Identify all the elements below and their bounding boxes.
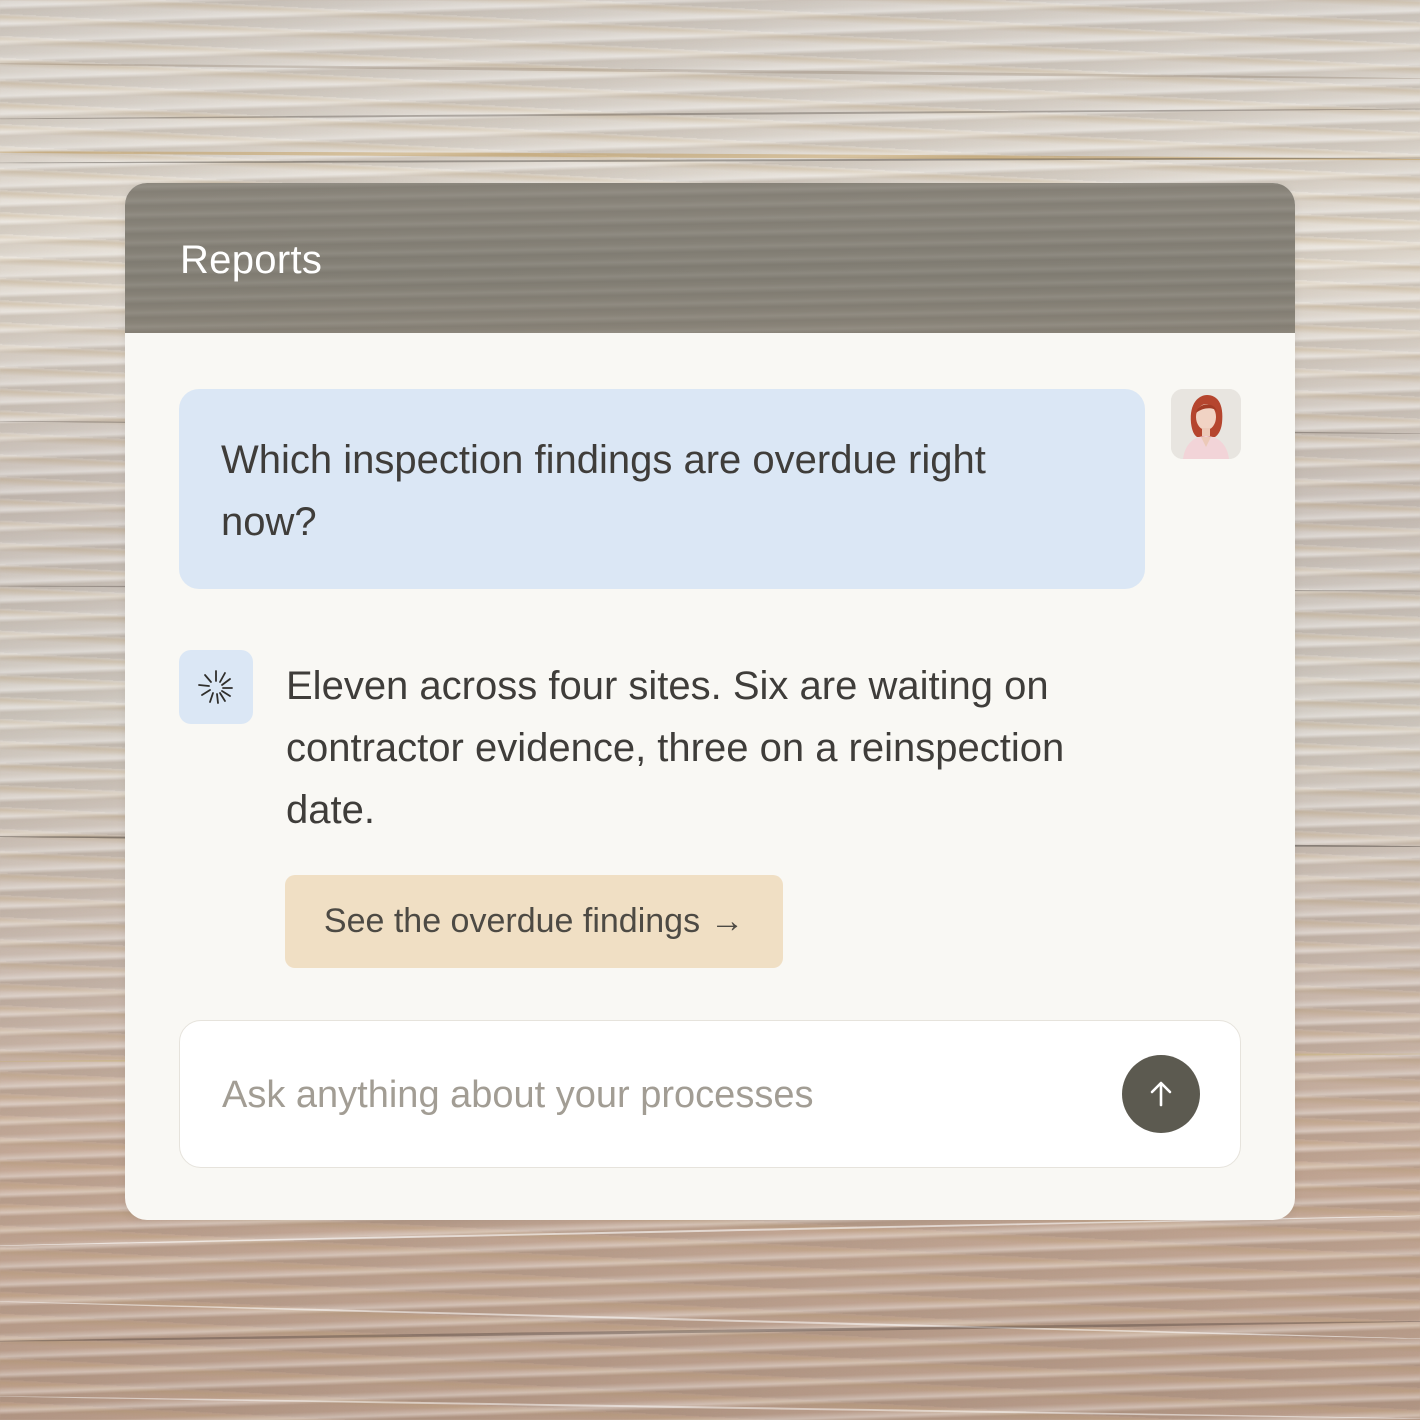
chat-panel: Reports Which inspection findings are ov…: [125, 183, 1295, 1220]
assistant-message-text: Eleven across four sites. Six are waitin…: [286, 664, 1065, 832]
arrow-right-icon: →: [710, 902, 745, 940]
user-avatar-image: [1171, 389, 1241, 459]
user-message-bubble: Which inspection findings are overdue ri…: [179, 389, 1145, 589]
user-message-text: Which inspection findings are overdue ri…: [221, 438, 986, 544]
panel-header: Reports: [125, 183, 1295, 333]
panel-title: Reports: [180, 238, 323, 282]
arrow-up-icon: [1150, 1081, 1172, 1107]
see-overdue-findings-button[interactable]: See the overdue findings →: [285, 875, 783, 968]
message-input[interactable]: [220, 1059, 1104, 1131]
composer: [179, 1020, 1241, 1168]
send-button[interactable]: [1122, 1055, 1200, 1133]
see-overdue-findings-label: See the overdue findings: [323, 902, 701, 940]
assistant-avatar: [179, 650, 253, 724]
user-avatar[interactable]: [1171, 389, 1241, 459]
sparkle-burst-icon: [198, 670, 233, 704]
